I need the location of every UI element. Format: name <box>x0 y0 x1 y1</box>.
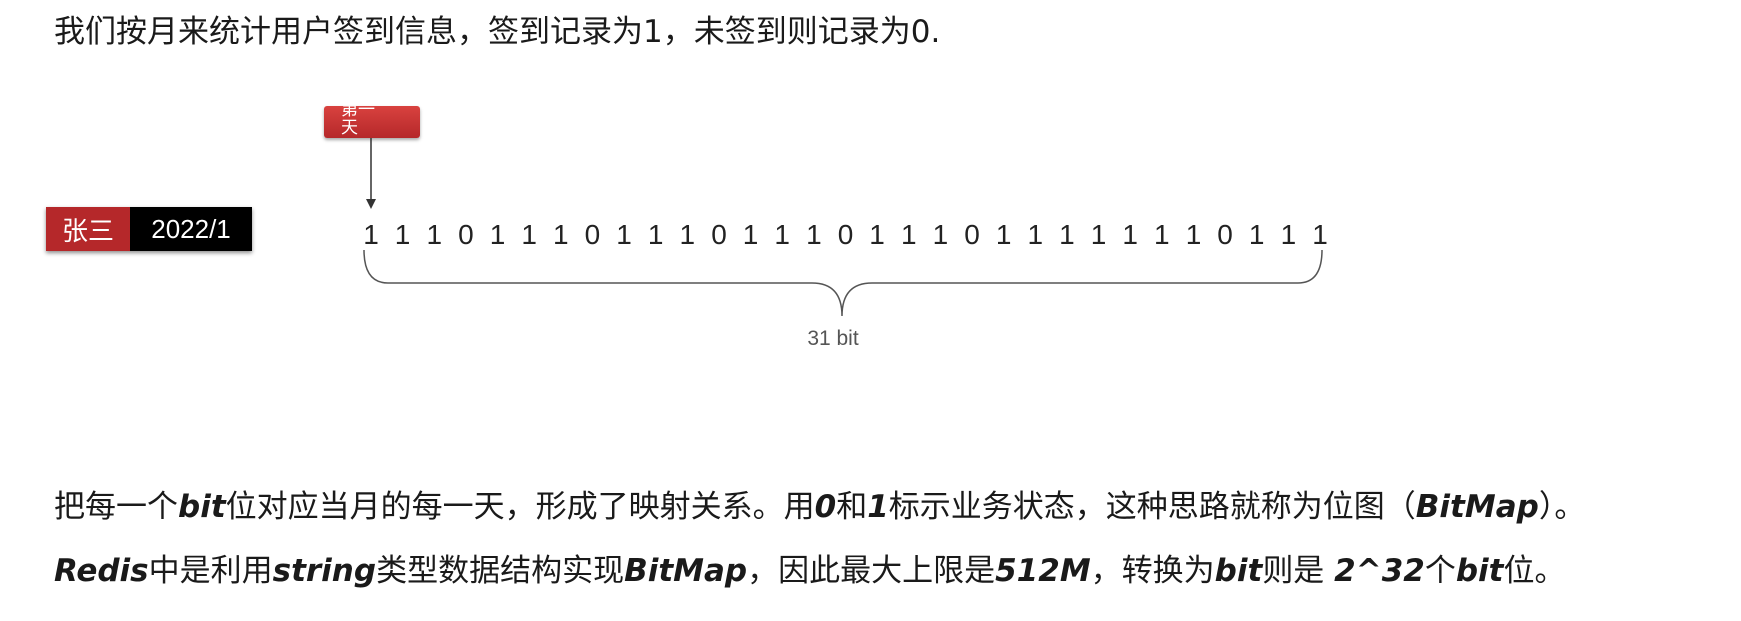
text-bit: bit <box>178 489 226 525</box>
text-segment: ，转换为 <box>1090 553 1215 589</box>
paragraph-bitmap-concept: 把每一个bit位对应当月的每一天，形成了映射关系。用0和1标示业务状态，这种思路… <box>54 487 1585 527</box>
bit-day-18: 1 <box>901 219 917 250</box>
bit-day-26: 1 <box>1154 219 1170 250</box>
text-string: string <box>272 553 377 589</box>
text-segment: 位。 <box>1503 553 1566 589</box>
text-one: 1 <box>867 489 889 525</box>
bit-day-14: 1 <box>774 219 790 250</box>
bit-day-6: 1 <box>521 219 537 250</box>
text-segment: 中是利用 <box>148 553 273 589</box>
text-segment: 和 <box>836 489 868 525</box>
text-bitmap: BitMap <box>1415 489 1539 525</box>
bit-day-19: 1 <box>933 219 949 250</box>
bit-day-21: 1 <box>996 219 1012 250</box>
text-segment: 个 <box>1424 553 1456 589</box>
text-bitmap: BitMap <box>624 553 748 589</box>
bit-day-30: 1 <box>1281 219 1297 250</box>
text-power: 2^32 <box>1334 553 1425 589</box>
text-segment: ）。 <box>1538 489 1586 525</box>
bit-day-12: 0 <box>711 219 727 250</box>
bit-day-13: 1 <box>743 219 759 250</box>
text-bit: bit <box>1455 553 1504 589</box>
bit-day-1: 1 <box>363 219 379 250</box>
bitmap-diagram: 1110111011101110111011111110111 31 bit <box>363 138 1328 350</box>
bit-day-24: 1 <box>1091 219 1107 250</box>
bit-day-17: 1 <box>869 219 885 250</box>
bit-day-25: 1 <box>1122 219 1138 250</box>
bit-day-22: 1 <box>1028 219 1044 250</box>
bit-day-20: 0 <box>964 219 980 250</box>
bit-day-11: 1 <box>680 219 696 250</box>
text-segment: 类型数据结构实现 <box>376 553 625 589</box>
bit-day-23: 1 <box>1059 219 1075 250</box>
text-segment: ，因此最大上限是 <box>747 553 996 589</box>
bit-day-9: 1 <box>616 219 632 250</box>
text-segment: 位对应当月的每一天，形成了映射关系。用 <box>225 489 815 525</box>
bit-day-8: 0 <box>585 219 601 250</box>
bit-day-28: 0 <box>1217 219 1233 250</box>
text-segment: 则是 <box>1262 553 1335 589</box>
text-redis: Redis <box>54 553 149 589</box>
bit-day-2: 1 <box>395 219 411 250</box>
text-size: 512M <box>995 553 1091 589</box>
bit-brace <box>363 249 1323 317</box>
paragraph-redis-bitmap: Redis中是利用string类型数据结构实现BitMap，因此最大上限是512… <box>54 551 1566 591</box>
bit-day-3: 1 <box>427 219 443 250</box>
text-bit: bit <box>1214 553 1263 589</box>
bit-day-31: 1 <box>1312 219 1328 250</box>
bit-day-4: 0 <box>458 219 474 250</box>
bit-day-10: 1 <box>648 219 664 250</box>
text-segment: 把每一个 <box>54 489 178 525</box>
bit-day-5: 1 <box>490 219 506 250</box>
text-segment: 标示业务状态，这种思路就称为位图（ <box>888 489 1416 525</box>
bit-day-29: 1 <box>1249 219 1265 250</box>
bit-day-27: 1 <box>1186 219 1202 250</box>
text-zero: 0 <box>814 489 837 525</box>
bit-day-7: 1 <box>553 219 569 250</box>
bit-day-15: 1 <box>806 219 822 250</box>
bit-day-16: 0 <box>838 219 854 250</box>
brace-label: 31 bit <box>807 327 859 350</box>
bits-row: 1110111011101110111011111110111 <box>363 219 1328 250</box>
